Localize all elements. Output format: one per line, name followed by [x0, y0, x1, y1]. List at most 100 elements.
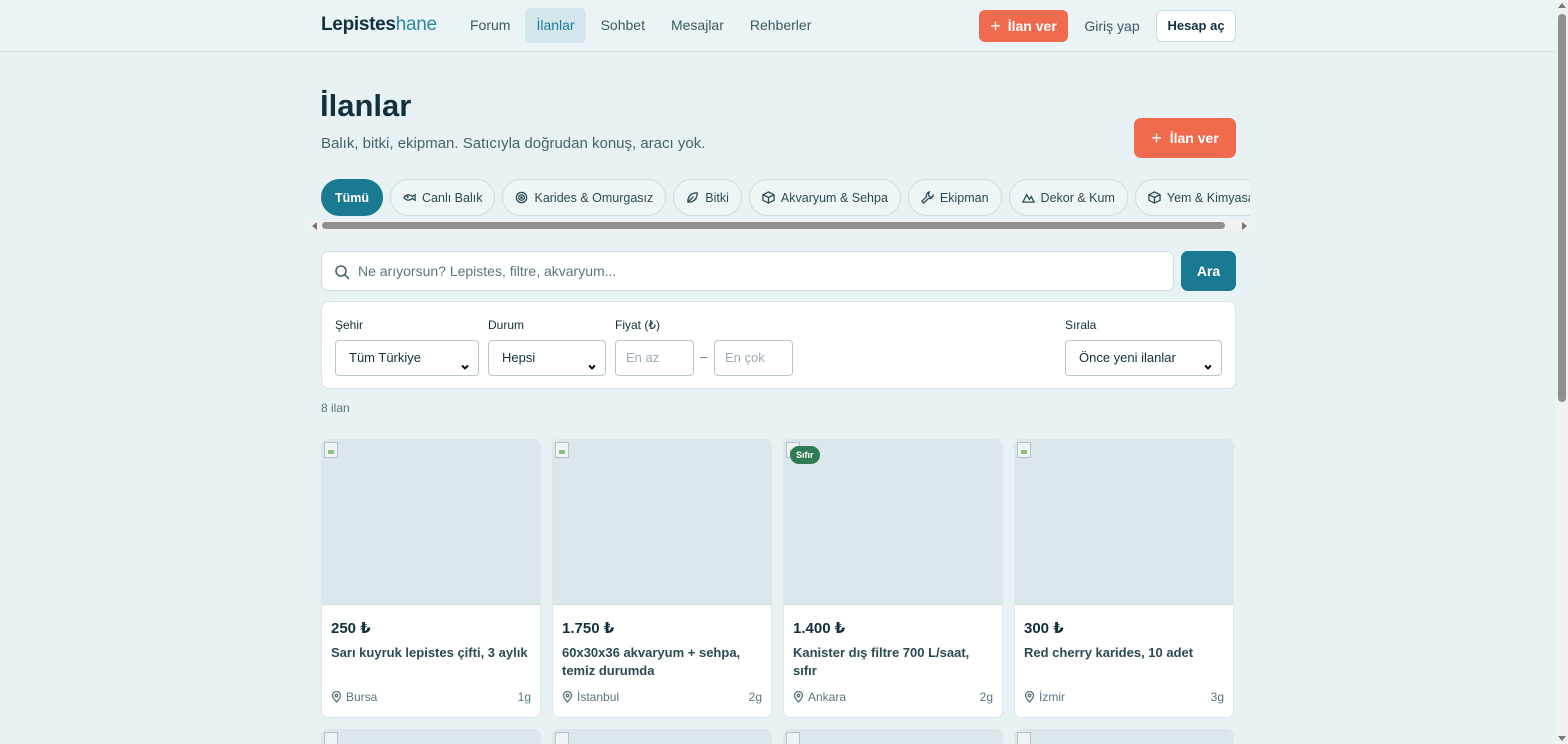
listing-image[interactable]	[322, 730, 540, 744]
login-button[interactable]: Giriş yap	[1078, 10, 1146, 42]
city-select[interactable]: Tüm Türkiye	[335, 340, 479, 376]
scrollbar-thumb[interactable]	[1558, 14, 1566, 402]
top-navbar: Lepisteshane Forum İlanlar Sohbet Mesajl…	[0, 0, 1556, 52]
leaf-icon	[687, 192, 699, 203]
nav-listings[interactable]: İlanlar	[525, 8, 586, 43]
nav-guides[interactable]: Rehberler	[739, 8, 822, 43]
listing-card[interactable]: 1.750 ₺ 60x30x36 akvaryum + sehpa, temiz…	[552, 439, 772, 718]
results-count: 8 ilan	[321, 401, 350, 415]
condition-select[interactable]: Hepsi	[488, 340, 606, 376]
main-nav: Forum İlanlar Sohbet Mesajlar Rehberler	[459, 8, 822, 43]
broken-image-icon	[1017, 732, 1031, 744]
search-icon	[335, 265, 350, 280]
site-logo[interactable]: Lepisteshane	[321, 14, 437, 36]
listing-location: İzmir	[1024, 690, 1065, 704]
listing-age: 1g	[517, 690, 531, 704]
listing-card[interactable]	[552, 729, 772, 744]
listing-card[interactable]	[321, 729, 541, 744]
page-subtitle: Balık, bitki, ekipman. Satıcıyla doğruda…	[321, 135, 706, 152]
listing-price: 1.400 ₺	[793, 620, 846, 637]
box-icon	[762, 191, 775, 204]
listing-location: İstanbul	[562, 690, 619, 704]
listing-price: 300 ₺	[1024, 620, 1064, 637]
nav-chat[interactable]: Sohbet	[590, 8, 656, 43]
filter-panel: Şehir Tüm Türkiye Durum Hepsi Fiyat (₺) …	[321, 301, 1236, 389]
city-filter-label: Şehir	[335, 318, 364, 332]
wrench-icon	[920, 191, 934, 204]
location-pin-icon	[793, 691, 804, 703]
chevron-down-icon	[586, 352, 598, 370]
location-pin-icon	[1024, 691, 1035, 703]
listing-age: 2g	[748, 690, 762, 704]
listing-card[interactable]: Sıfır 1.400 ₺ Kanister dış filtre 700 L/…	[783, 439, 1003, 718]
post-listing-button[interactable]: + İlan ver	[1134, 118, 1236, 158]
category-chip-food[interactable]: Yem & Kimyasal	[1134, 179, 1250, 216]
listing-image[interactable]	[1015, 440, 1233, 605]
nav-forum[interactable]: Forum	[459, 8, 521, 43]
broken-image-icon	[555, 732, 569, 744]
category-chip-equipment[interactable]: Ekipman	[907, 179, 1002, 216]
listing-card[interactable]	[783, 729, 1003, 744]
shrimp-icon	[516, 191, 528, 204]
listing-price: 250 ₺	[331, 620, 371, 637]
header-post-listing-button[interactable]: + İlan ver	[979, 10, 1068, 42]
search-button[interactable]: Ara	[1181, 251, 1236, 291]
listing-image[interactable]	[553, 440, 771, 605]
listing-card[interactable]: 250 ₺ Sarı kuyruk lepistes çifti, 3 aylı…	[321, 439, 541, 718]
category-scrollbar[interactable]	[309, 220, 1250, 231]
listing-image[interactable]	[322, 440, 540, 605]
scroll-right-arrow-icon[interactable]	[1242, 222, 1247, 230]
broken-image-icon	[324, 442, 338, 458]
listing-image[interactable]	[784, 440, 1002, 605]
nav-messages[interactable]: Mesajlar	[660, 8, 735, 43]
broken-image-icon	[324, 732, 338, 744]
listing-card[interactable]: 300 ₺ Red cherry karides, 10 adet İzmir …	[1014, 439, 1234, 718]
listing-card[interactable]	[1014, 729, 1234, 744]
location-pin-icon	[562, 691, 573, 703]
listing-image[interactable]	[784, 730, 1002, 744]
listing-title[interactable]: Red cherry karides, 10 adet	[1024, 644, 1224, 662]
chevron-down-icon	[459, 352, 471, 370]
price-filter-label: Fiyat (₺)	[615, 318, 660, 332]
category-chip-all[interactable]: Tümü	[321, 179, 384, 216]
search-input[interactable]	[358, 252, 1158, 290]
location-pin-icon	[331, 691, 342, 703]
page-scrollbar[interactable]	[1556, 0, 1568, 744]
condition-badge: Sıfır	[790, 446, 820, 464]
category-chip-shrimp[interactable]: Karides & Omurgasız	[502, 179, 667, 216]
category-chip-aquarium[interactable]: Akvaryum & Sehpa	[748, 179, 901, 216]
broken-image-icon	[1017, 442, 1031, 458]
listing-title[interactable]: 60x30x36 akvaryum + sehpa, temiz durumda	[562, 644, 762, 680]
broken-image-icon	[786, 732, 800, 744]
fish-icon	[403, 193, 416, 202]
listing-age: 3g	[1210, 690, 1224, 704]
listing-title[interactable]: Kanister dış filtre 700 L/saat, sıfır	[793, 644, 993, 680]
condition-filter-label: Durum	[488, 318, 525, 332]
listing-location: Ankara	[793, 690, 846, 704]
scroll-left-arrow-icon[interactable]	[312, 222, 317, 230]
price-min-input[interactable]: En az	[615, 340, 694, 376]
category-chips: Tümü Canlı Balık Karides & Omurgasız Bit…	[321, 179, 1250, 216]
scroll-up-arrow-icon[interactable]	[1558, 3, 1566, 8]
listing-image[interactable]	[1015, 730, 1233, 744]
category-chip-live-fish[interactable]: Canlı Balık	[390, 179, 496, 216]
signup-button[interactable]: Hesap aç	[1156, 10, 1236, 42]
sort-label: Sırala	[1065, 318, 1097, 332]
broken-image-icon	[555, 442, 569, 458]
price-separator: –	[700, 349, 708, 364]
listing-location: Bursa	[331, 690, 377, 704]
listing-image[interactable]	[553, 730, 771, 744]
listing-age: 2g	[979, 690, 993, 704]
scrollbar-thumb[interactable]	[322, 222, 1225, 229]
search-box	[321, 251, 1174, 291]
plus-icon: +	[990, 16, 1001, 36]
category-chip-decor[interactable]: Dekor & Kum	[1008, 179, 1128, 216]
category-chip-plants[interactable]: Bitki	[673, 179, 742, 216]
sort-select[interactable]: Önce yeni ilanlar	[1065, 340, 1222, 376]
scroll-down-arrow-icon[interactable]	[1558, 736, 1566, 741]
price-max-input[interactable]: En çok	[714, 340, 793, 376]
box-icon	[1148, 191, 1161, 204]
listing-price: 1.750 ₺	[562, 620, 615, 637]
listing-title[interactable]: Sarı kuyruk lepistes çifti, 3 aylık	[331, 644, 531, 662]
chevron-down-icon	[1202, 352, 1214, 370]
